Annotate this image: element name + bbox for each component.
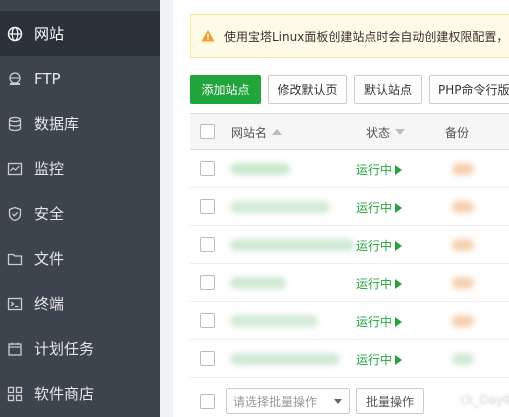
sidebar-item-app-store[interactable]: 软件商店 xyxy=(0,371,160,416)
status-running[interactable]: 运行中 xyxy=(356,275,403,292)
select-all-checkbox[interactable] xyxy=(200,124,215,139)
footer-select-all-checkbox[interactable] xyxy=(200,394,215,409)
row-checkbox[interactable] xyxy=(200,237,215,252)
add-site-button[interactable]: 添加站点 xyxy=(190,75,261,104)
backup-redacted xyxy=(452,277,474,289)
column-header-backup: 备份 xyxy=(445,125,470,140)
sidebar-item-files[interactable]: 文件 xyxy=(0,236,160,281)
monitor-icon xyxy=(7,161,23,177)
shield-icon xyxy=(7,206,23,222)
play-icon xyxy=(395,279,403,289)
php-cli-button[interactable]: PHP命令行版 xyxy=(429,75,509,104)
site-name-redacted[interactable] xyxy=(230,239,354,251)
row-checkbox[interactable] xyxy=(200,351,215,366)
site-name-redacted[interactable] xyxy=(230,353,340,365)
sidebar-item-website[interactable]: 网站 xyxy=(0,11,160,56)
table-row[interactable]: 运行中 xyxy=(190,150,509,188)
status-running[interactable]: 运行中 xyxy=(356,199,403,216)
table-header: 网站名 状态 备份 xyxy=(190,114,509,150)
notice-banner: 使用宝塔Linux面板创建站点时会自动创建权限配置， xyxy=(190,14,509,58)
sidebar-item-monitor[interactable]: 监控 xyxy=(0,146,160,191)
folder-icon xyxy=(7,251,23,267)
table-row[interactable]: 运行中 xyxy=(190,264,509,302)
main-content: 使用宝塔Linux面板创建站点时会自动创建权限配置， 添加站点 修改默认页 默认… xyxy=(160,0,509,417)
site-name-redacted[interactable] xyxy=(230,277,286,289)
column-header-status[interactable]: 状态 xyxy=(366,114,406,150)
sidebar-item-label: 终端 xyxy=(34,295,65,313)
sort-desc-icon xyxy=(395,129,406,135)
table-row[interactable]: 运行中 xyxy=(190,188,509,226)
sidebar-item-label: 安全 xyxy=(34,205,65,223)
play-icon xyxy=(395,165,403,175)
site-name-redacted[interactable] xyxy=(230,163,290,175)
default-site-button[interactable]: 默认站点 xyxy=(354,75,422,104)
apps-icon xyxy=(7,386,23,402)
batch-operation-button[interactable]: 批量操作 xyxy=(356,388,424,414)
site-panel: 使用宝塔Linux面板创建站点时会自动创建权限配置， 添加站点 修改默认页 默认… xyxy=(173,0,509,417)
sidebar-item-label: 文件 xyxy=(34,250,65,268)
play-icon xyxy=(395,355,403,365)
batch-operation-select[interactable]: 请选择批量操作 xyxy=(226,388,350,414)
globe-icon xyxy=(7,26,23,42)
sidebar-item-ftp[interactable]: FTP xyxy=(0,56,160,101)
play-icon xyxy=(395,241,403,251)
play-icon xyxy=(395,317,403,327)
sidebar-item-label: 计划任务 xyxy=(34,340,95,358)
chevron-down-icon xyxy=(334,399,342,404)
sidebar-item-label: 数据库 xyxy=(34,115,80,133)
sidebar-item-label: 网站 xyxy=(34,25,65,43)
backup-redacted xyxy=(452,353,474,365)
watermark: ck_Day666 xyxy=(460,393,509,407)
notice-text: 使用宝塔Linux面板创建站点时会自动创建权限配置， xyxy=(224,29,509,44)
site-name-redacted[interactable] xyxy=(230,201,330,213)
calendar-icon xyxy=(7,341,23,357)
sidebar-item-label: 监控 xyxy=(34,160,65,178)
table-row[interactable]: 运行中 xyxy=(190,340,509,378)
backup-redacted xyxy=(452,239,474,251)
backup-redacted xyxy=(452,201,474,213)
backup-redacted xyxy=(452,315,474,327)
table-row[interactable]: 运行中 xyxy=(190,302,509,340)
sort-asc-icon xyxy=(272,129,283,135)
sidebar: 网站 FTP 数据库 监控 安全 文件 终端 计划任务 软件商店 xyxy=(0,0,160,417)
sites-table: 网站名 状态 备份 运行中 运行中 运行中 运行中 运行中 运行中 xyxy=(190,113,509,378)
play-icon xyxy=(395,203,403,213)
sidebar-item-label: FTP xyxy=(34,69,61,88)
row-checkbox[interactable] xyxy=(200,161,215,176)
backup-redacted xyxy=(452,163,474,175)
table-row[interactable]: 运行中 xyxy=(190,226,509,264)
column-header-name[interactable]: 网站名 xyxy=(231,114,283,150)
sidebar-item-database[interactable]: 数据库 xyxy=(0,101,160,146)
status-running[interactable]: 运行中 xyxy=(356,313,403,330)
terminal-icon xyxy=(7,296,23,312)
sidebar-item-security[interactable]: 安全 xyxy=(0,191,160,236)
ftp-icon xyxy=(7,71,23,87)
site-name-redacted[interactable] xyxy=(230,315,318,327)
status-running[interactable]: 运行中 xyxy=(356,161,403,178)
status-running[interactable]: 运行中 xyxy=(356,351,403,368)
sidebar-item-cron[interactable]: 计划任务 xyxy=(0,326,160,371)
warning-icon xyxy=(201,29,215,43)
edit-default-page-button[interactable]: 修改默认页 xyxy=(268,75,347,104)
row-checkbox[interactable] xyxy=(200,313,215,328)
row-checkbox[interactable] xyxy=(200,199,215,214)
sidebar-item-label: 软件商店 xyxy=(34,385,95,403)
status-running[interactable]: 运行中 xyxy=(356,237,403,254)
sidebar-item-terminal[interactable]: 终端 xyxy=(0,281,160,326)
database-icon xyxy=(7,116,23,132)
row-checkbox[interactable] xyxy=(200,275,215,290)
